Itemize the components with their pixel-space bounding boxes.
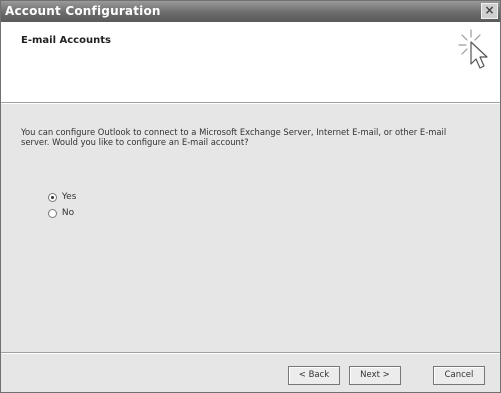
account-configuration-dialog: Account Configuration × E-mail Accounts … bbox=[0, 0, 501, 393]
radio-yes[interactable] bbox=[48, 192, 57, 202]
footer-divider bbox=[1, 352, 500, 354]
title-bar[interactable]: Account Configuration × bbox=[1, 1, 500, 22]
wizard-header: E-mail Accounts bbox=[1, 22, 500, 102]
window-title: Account Configuration bbox=[5, 4, 161, 18]
page-title: E-mail Accounts bbox=[21, 35, 111, 46]
back-button[interactable]: < Back bbox=[288, 366, 340, 385]
option-yes-label: Yes bbox=[61, 192, 77, 202]
close-button[interactable]: × bbox=[481, 3, 498, 19]
configure-question: You can configure Outlook to connect to … bbox=[21, 127, 447, 147]
wizard-cursor-icon bbox=[458, 29, 488, 69]
cancel-button[interactable]: Cancel bbox=[433, 366, 485, 385]
radio-no[interactable] bbox=[48, 208, 57, 218]
option-yes[interactable]: Yes bbox=[48, 192, 76, 206]
close-icon: × bbox=[484, 3, 495, 17]
option-no[interactable]: No bbox=[48, 208, 74, 222]
option-no-label: No bbox=[61, 208, 75, 218]
header-divider bbox=[1, 102, 500, 104]
next-button[interactable]: Next > bbox=[349, 366, 401, 385]
